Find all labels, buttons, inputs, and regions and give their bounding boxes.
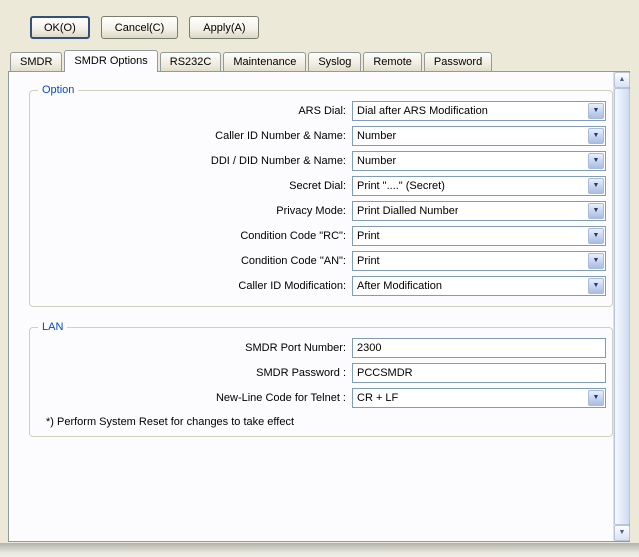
- lan-group-title: LAN: [38, 321, 67, 333]
- newline-code-telnet-label: New-Line Code for Telnet :: [36, 392, 352, 404]
- secret-dial-value: Print "...." (Secret): [357, 178, 445, 195]
- ars-dial-row: ARS Dial: Dial after ARS Modification ▼: [36, 98, 606, 123]
- apply-button[interactable]: Apply(A): [189, 16, 259, 39]
- chevron-down-icon[interactable]: ▼: [588, 253, 604, 269]
- smdr-port-number-label: SMDR Port Number:: [36, 342, 352, 354]
- newline-code-telnet-select[interactable]: CR + LF ▼: [352, 388, 606, 408]
- caller-id-modification-label: Caller ID Modification:: [36, 280, 352, 292]
- ddi-did-number-name-select[interactable]: Number ▼: [352, 151, 606, 171]
- caller-id-modification-select[interactable]: After Modification ▼: [352, 276, 606, 296]
- ddi-did-number-name-label: DDI / DID Number & Name:: [36, 155, 352, 167]
- caller-id-number-name-row: Caller ID Number & Name: Number ▼: [36, 123, 606, 148]
- vertical-scrollbar-thumb[interactable]: [614, 88, 630, 525]
- secret-dial-row: Secret Dial: Print "...." (Secret) ▼: [36, 173, 606, 198]
- chevron-down-icon[interactable]: ▼: [588, 153, 604, 169]
- smdr-password-input[interactable]: [352, 363, 606, 383]
- secret-dial-select[interactable]: Print "...." (Secret) ▼: [352, 176, 606, 196]
- newline-code-telnet-row: New-Line Code for Telnet : CR + LF ▼: [36, 385, 606, 410]
- privacy-mode-value: Print Dialled Number: [357, 203, 458, 220]
- privacy-mode-row: Privacy Mode: Print Dialled Number ▼: [36, 198, 606, 223]
- smdr-port-number-row: SMDR Port Number:: [36, 335, 606, 360]
- tab-remote[interactable]: Remote: [363, 52, 422, 71]
- tab-password[interactable]: Password: [424, 52, 492, 71]
- tab-maintenance[interactable]: Maintenance: [223, 52, 306, 71]
- ddi-did-number-name-row: DDI / DID Number & Name: Number ▼: [36, 148, 606, 173]
- tab-smdr-options[interactable]: SMDR Options: [64, 50, 157, 72]
- condition-code-an-row: Condition Code "AN": Print ▼: [36, 248, 606, 273]
- privacy-mode-select[interactable]: Print Dialled Number ▼: [352, 201, 606, 221]
- caller-id-modification-value: After Modification: [357, 278, 442, 295]
- chevron-down-icon[interactable]: ▼: [588, 228, 604, 244]
- ok-button[interactable]: OK(O): [30, 16, 90, 39]
- system-reset-note: *) Perform System Reset for changes to t…: [46, 416, 606, 428]
- tab-content-panel: Option ARS Dial: Dial after ARS Modifica…: [8, 71, 630, 542]
- ars-dial-label: ARS Dial:: [36, 105, 352, 117]
- smdr-port-number-input[interactable]: [352, 338, 606, 358]
- ars-dial-select[interactable]: Dial after ARS Modification ▼: [352, 101, 606, 121]
- tab-syslog[interactable]: Syslog: [308, 52, 361, 71]
- option-group-title: Option: [38, 84, 78, 96]
- condition-code-rc-select[interactable]: Print ▼: [352, 226, 606, 246]
- chevron-down-icon[interactable]: ▼: [588, 128, 604, 144]
- chevron-down-icon[interactable]: ▼: [588, 203, 604, 219]
- scroll-down-icon[interactable]: ▼: [614, 525, 630, 541]
- privacy-mode-label: Privacy Mode:: [36, 205, 352, 217]
- secret-dial-label: Secret Dial:: [36, 180, 352, 192]
- scroll-up-icon[interactable]: ▲: [614, 72, 630, 88]
- ars-dial-value: Dial after ARS Modification: [357, 103, 488, 120]
- tab-rs232c[interactable]: RS232C: [160, 52, 222, 71]
- toolbar: OK(O) Cancel(C) Apply(A): [30, 16, 259, 39]
- condition-code-rc-row: Condition Code "RC": Print ▼: [36, 223, 606, 248]
- tab-smdr[interactable]: SMDR: [10, 52, 62, 71]
- chevron-down-icon[interactable]: ▼: [588, 278, 604, 294]
- vertical-scrollbar[interactable]: ▲ ▼: [613, 72, 629, 541]
- chevron-down-icon[interactable]: ▼: [588, 390, 604, 406]
- lan-group: LAN SMDR Port Number: SMDR Password : Ne…: [29, 321, 613, 437]
- chevron-down-icon[interactable]: ▼: [588, 103, 604, 119]
- smdr-password-row: SMDR Password :: [36, 360, 606, 385]
- condition-code-rc-value: Print: [357, 228, 380, 245]
- condition-code-rc-label: Condition Code "RC":: [36, 230, 352, 242]
- tab-bar: SMDR SMDR Options RS232C Maintenance Sys…: [10, 49, 629, 71]
- option-group: Option ARS Dial: Dial after ARS Modifica…: [29, 84, 613, 307]
- condition-code-an-value: Print: [357, 253, 380, 270]
- chevron-down-icon[interactable]: ▼: [588, 178, 604, 194]
- newline-code-telnet-value: CR + LF: [357, 390, 398, 407]
- cancel-button[interactable]: Cancel(C): [101, 16, 179, 39]
- caller-id-number-name-value: Number: [357, 128, 396, 145]
- smdr-password-label: SMDR Password :: [36, 367, 352, 379]
- ddi-did-number-name-value: Number: [357, 153, 396, 170]
- horizontal-scrollbar[interactable]: [0, 543, 639, 557]
- caller-id-number-name-label: Caller ID Number & Name:: [36, 130, 352, 142]
- condition-code-an-select[interactable]: Print ▼: [352, 251, 606, 271]
- condition-code-an-label: Condition Code "AN":: [36, 255, 352, 267]
- caller-id-number-name-select[interactable]: Number ▼: [352, 126, 606, 146]
- caller-id-modification-row: Caller ID Modification: After Modificati…: [36, 273, 606, 298]
